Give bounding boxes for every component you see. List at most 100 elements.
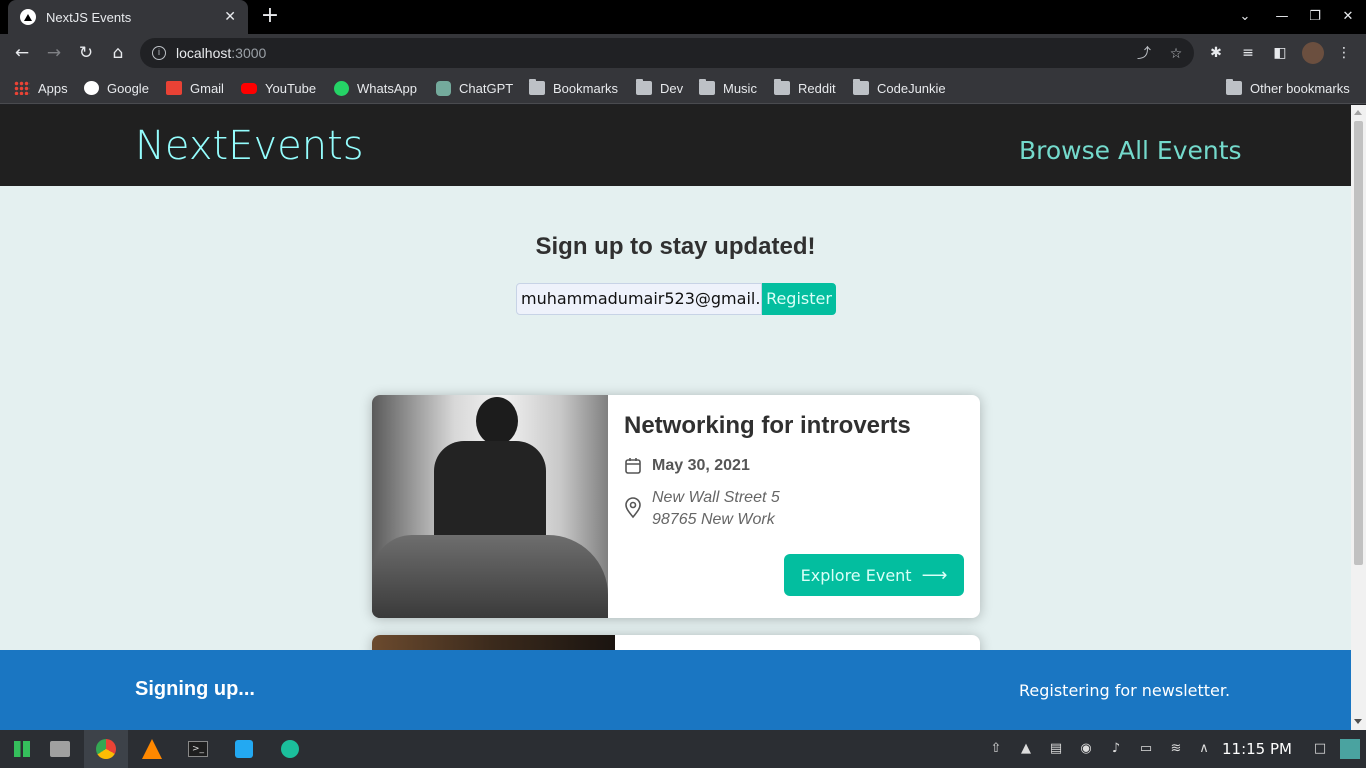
bookmark-chatgpt[interactable]: ChatGPT [436,79,513,97]
person-head-shape [476,397,518,445]
event-date: May 30, 2021 [652,457,750,474]
event-card: Networking for introverts May 30, 2021 N… [372,395,980,618]
bookmark-folder-music[interactable]: Music [699,79,757,97]
event-address-line1: New Wall Street 5 [652,489,780,506]
event-address-row: New Wall Street 5 98765 New Work [624,487,780,531]
show-desktop-icon[interactable]: □ [1310,739,1330,759]
location-pin-icon [625,497,641,519]
browser-toolbar: ← → ↻ ⌂ i localhost:3000 ⤴ ☆ ✱ ≡ ◧ ⋮ [0,34,1366,72]
bookmark-youtube[interactable]: YouTube [241,79,316,97]
new-tab-button[interactable]: + [258,5,282,29]
folder-icon [774,79,790,95]
vscode-icon [235,740,253,758]
desktop-pager-icon[interactable] [1340,739,1360,759]
folder-icon [853,79,869,95]
url-text: localhost:3000 [176,45,267,61]
signup-title: Sign up to stay updated! [535,233,816,260]
bookmark-folder-dev[interactable]: Dev [636,79,683,97]
whatsapp-icon [334,80,349,96]
menu-icon[interactable]: ⋮ [1333,42,1355,64]
event-address-line2: 98765 New Work [652,511,775,528]
tab-title: NextJS Events [46,9,132,25]
taskbar-terminal[interactable]: >_ [176,730,220,768]
explore-event-button[interactable]: Explore Event ⟶ [784,554,964,596]
volume-icon[interactable]: ♪ [1106,739,1126,759]
newsletter-form: muhammadumair523@gmail.com Register [516,283,836,315]
bookmarks-bar: Apps Google Gmail YouTube WhatsApp ChatG… [0,72,1366,104]
bookmark-gmail[interactable]: Gmail [166,79,224,97]
forward-icon[interactable]: → [41,40,67,66]
bookmark-google[interactable]: Google [84,79,149,97]
taskbar-vscode[interactable] [222,730,266,768]
notification-title: Signing up... [135,678,255,700]
notification-bar: Signing up... Registering for newsletter… [0,650,1351,730]
home-icon[interactable]: ⌂ [105,40,131,66]
chrome-icon [96,739,116,759]
email-input[interactable]: muhammadumair523@gmail.com [516,283,762,315]
address-bar[interactable]: i localhost:3000 ⤴ ☆ [140,38,1194,68]
minimize-button[interactable]: — [1265,0,1299,34]
taskbar-app[interactable] [268,730,312,768]
reload-icon[interactable]: ↻ [73,40,99,66]
side-panel-icon[interactable]: ◧ [1269,42,1291,64]
file-manager-icon [50,741,70,757]
clipboard-icon[interactable]: ▤ [1046,739,1066,759]
bookmark-star-icon[interactable]: ☆ [1166,44,1186,64]
calendar-icon [625,458,641,474]
event-title: Networking for introverts [624,412,911,439]
bookmark-folder-reddit[interactable]: Reddit [774,79,836,97]
explore-event-label: Explore Event [800,565,912,585]
bookmark-apps[interactable]: Apps [14,79,68,97]
chatgpt-icon [436,80,451,96]
notification-message: Registering for newsletter. [1019,681,1231,700]
site-header: NextEvents Browse All Events [0,105,1351,186]
shutter-icon [281,740,299,758]
bookmark-folder-bookmarks[interactable]: Bookmarks [529,79,618,97]
extensions-icon[interactable]: ✱ [1205,42,1227,64]
vlc-tray-icon[interactable]: ▲ [1016,739,1036,759]
folder-icon [1226,79,1242,95]
site-info-icon[interactable]: i [152,46,166,60]
update-icon[interactable]: ⇧ [986,739,1006,759]
scroll-up-arrow-icon[interactable] [1354,110,1362,115]
bookmark-folder-other[interactable]: Other bookmarks [1226,79,1350,97]
browse-all-events-link[interactable]: Browse All Events [1019,136,1242,165]
os-taskbar: >_ ⇧ ▲ ▤ ◉ ♪ ▭ ≋ ∧ 11:15 PM □ [0,730,1366,768]
folder-icon [699,79,715,95]
browser-tab-bar: NextJS Events ✕ + ⌄ — ❐ ✕ [0,0,1366,34]
vlc-icon [142,739,162,759]
taskbar-chrome[interactable] [84,730,128,768]
bookmark-folder-codejunkie[interactable]: CodeJunkie [853,79,946,97]
back-icon[interactable]: ← [9,40,35,66]
restore-button[interactable]: ❐ [1298,0,1332,34]
browser-tab[interactable]: NextJS Events ✕ [8,0,248,34]
profile-avatar[interactable] [1302,42,1324,64]
apps-grid-icon [14,81,30,95]
tray-expand-icon[interactable]: ∧ [1194,739,1214,759]
arrow-right-icon: ⟶ [921,564,948,586]
taskbar-vlc[interactable] [130,730,174,768]
reading-list-icon[interactable]: ≡ [1237,42,1259,64]
share-icon[interactable]: ⤴ [1134,44,1154,64]
bookmark-whatsapp[interactable]: WhatsApp [334,79,417,97]
tab-search-icon[interactable]: ⌄ [1228,0,1262,34]
taskbar-files[interactable] [38,730,82,768]
battery-icon[interactable]: ▭ [1136,739,1156,759]
scroll-down-arrow-icon[interactable] [1354,719,1362,724]
scrollbar-thumb[interactable] [1354,121,1363,565]
site-logo[interactable]: NextEvents [135,123,364,169]
page-scrollbar[interactable] [1351,105,1366,730]
event-address: New Wall Street 5 98765 New Work [652,487,780,531]
close-window-button[interactable]: ✕ [1331,0,1365,34]
person-body-shape [434,441,546,549]
tab-close-icon[interactable]: ✕ [224,9,236,25]
register-button[interactable]: Register [762,283,836,315]
blanket-shape [372,535,608,618]
media-icon[interactable]: ◉ [1076,739,1096,759]
taskbar-clock[interactable]: 11:15 PM [1222,740,1292,758]
youtube-icon [241,82,257,94]
folder-icon [636,79,652,95]
folder-icon [529,79,545,95]
event-date-row: May 30, 2021 [624,457,750,475]
wifi-icon[interactable]: ≋ [1166,739,1186,759]
